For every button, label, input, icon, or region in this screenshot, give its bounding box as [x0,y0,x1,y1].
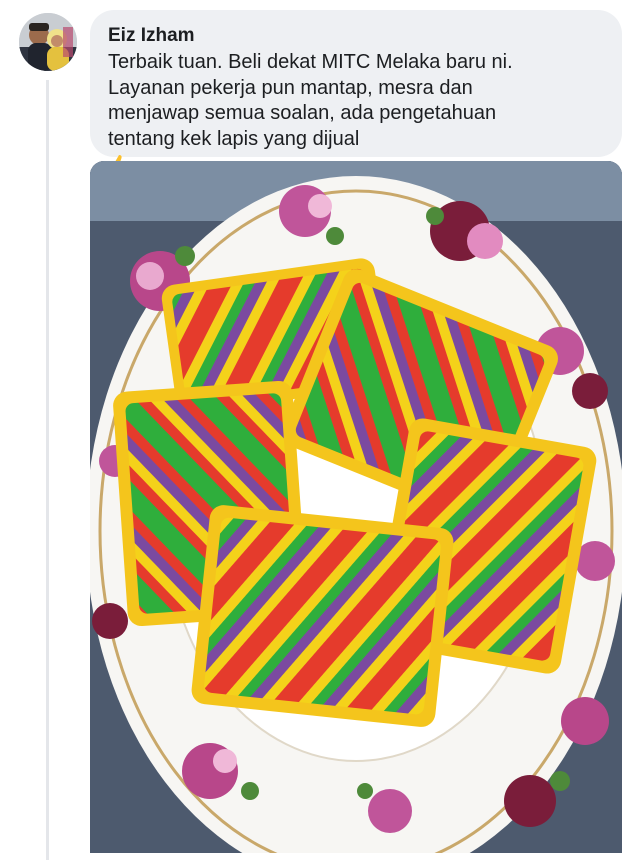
user-avatar[interactable] [19,13,77,71]
comment-line: menjawap semua soalan, ada pengetahuan [108,102,497,124]
comment-line: Layanan pekerja pun mantap, mesra dan [108,76,473,99]
comment-author[interactable]: Eiz Izham [108,24,604,48]
comment-photo[interactable] [90,161,622,853]
thread-line [46,80,49,860]
comment-bubble[interactable]: Eiz Izham Terbaik tuan. Beli dekat MITC … [90,10,622,234]
comment-line: Terbaik tuan. Beli dekat MITC Melaka bar… [108,51,513,73]
